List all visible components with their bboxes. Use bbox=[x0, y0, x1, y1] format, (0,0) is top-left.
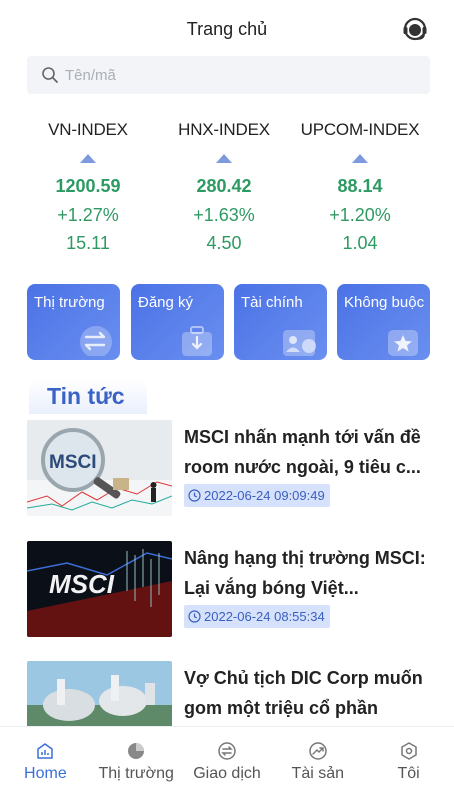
index-change: 4.50 bbox=[206, 233, 242, 253]
news-thumbnail: MSCI bbox=[27, 420, 172, 516]
tile-finance[interactable]: Tài chính bbox=[234, 284, 327, 360]
thumb-text: MSCI bbox=[49, 452, 97, 473]
up-arrow-icon bbox=[352, 154, 368, 163]
tab-label: Tài sản bbox=[291, 765, 345, 782]
index-upcom[interactable]: UPCOM-INDEX 88.14 +1.20% 1.04 bbox=[292, 120, 428, 254]
index-value: 88.14 bbox=[337, 176, 383, 196]
index-value: 1200.59 bbox=[55, 176, 121, 196]
index-vn[interactable]: VN-INDEX 1200.59 +1.27% 15.11 bbox=[20, 120, 156, 254]
tile-label: Tài chính bbox=[241, 294, 303, 311]
news-item[interactable]: MSCI MSCI nhấn mạnh tới vấn đề room nước… bbox=[27, 420, 430, 518]
news-headline: Vợ Chủ tịch DIC Corp muốn gom một triệu … bbox=[184, 668, 423, 718]
hexagon-icon bbox=[400, 742, 417, 760]
id-card-icon bbox=[283, 330, 316, 356]
tile-label: Đăng ký bbox=[138, 294, 194, 311]
tile-register[interactable]: Đăng ký bbox=[131, 284, 224, 360]
search-bar[interactable] bbox=[27, 56, 430, 94]
news-date-badge: 2022-06-24 08:55:34 bbox=[184, 605, 330, 628]
index-change: 1.04 bbox=[342, 233, 378, 253]
briefcase-icon bbox=[182, 326, 212, 356]
up-arrow-icon bbox=[80, 154, 96, 163]
news-item[interactable]: MSCI Nâng hạng thị trường MSCI: Lại vắng… bbox=[27, 541, 430, 639]
market-indices: VN-INDEX 1200.59 +1.27% 15.11 HNX-INDEX … bbox=[20, 120, 436, 254]
index-name: VN-INDEX bbox=[48, 120, 128, 139]
news-headline: MSCI nhấn mạnh tới vấn đề room nước ngoà… bbox=[184, 427, 421, 477]
index-name: HNX-INDEX bbox=[178, 120, 270, 139]
tab-label: Thị trường bbox=[98, 765, 174, 782]
page-title: Trang chủ bbox=[186, 18, 268, 39]
tab-market[interactable]: Thị trường bbox=[91, 727, 182, 793]
feature-tiles: Thị trường Đăng ký Tài chính Không buộc bbox=[27, 284, 454, 362]
header: Trang chủ bbox=[0, 0, 454, 58]
news-headline: Nâng hạng thị trường MSCI: Lại vắng bóng… bbox=[184, 548, 426, 598]
transfer-arrows-icon bbox=[80, 326, 112, 356]
index-percent: +1.20% bbox=[329, 205, 391, 225]
thumb-text: MSCI bbox=[49, 569, 115, 599]
up-arrow-icon bbox=[216, 154, 232, 163]
tab-trade[interactable]: Giao dịch bbox=[182, 727, 273, 793]
clock-icon bbox=[188, 610, 201, 623]
tab-label: Home bbox=[24, 765, 67, 782]
news-date: 2022-06-24 08:55:34 bbox=[204, 609, 325, 624]
exchange-icon bbox=[218, 742, 236, 760]
tab-me[interactable]: Tôi bbox=[363, 727, 454, 793]
index-change: 15.11 bbox=[66, 233, 110, 253]
index-value: 280.42 bbox=[196, 176, 252, 196]
search-input[interactable] bbox=[65, 66, 365, 84]
home-chart-icon bbox=[37, 743, 54, 759]
news-thumbnail: MSCI bbox=[27, 541, 172, 637]
tile-label: Không buộc bbox=[344, 294, 425, 311]
pie-chart-icon bbox=[128, 743, 145, 759]
tab-label: Tôi bbox=[397, 765, 420, 782]
tile-market[interactable]: Thị trường bbox=[27, 284, 120, 360]
headset-icon[interactable] bbox=[402, 16, 428, 42]
star-icon bbox=[388, 330, 418, 356]
news-date-badge: 2022-06-24 09:09:49 bbox=[184, 484, 330, 507]
tab-assets[interactable]: Tài sản bbox=[272, 727, 363, 793]
tab-label: Giao dịch bbox=[193, 765, 261, 782]
news-date: 2022-06-24 09:09:49 bbox=[204, 488, 325, 503]
index-hnx[interactable]: HNX-INDEX 280.42 +1.63% 4.50 bbox=[156, 120, 292, 254]
news-section-title: Tin tức bbox=[47, 383, 125, 409]
tile-label: Thị trường bbox=[34, 294, 105, 311]
index-percent: +1.27% bbox=[57, 205, 119, 225]
search-icon bbox=[42, 67, 58, 83]
clock-icon bbox=[188, 489, 201, 502]
tile-optional[interactable]: Không buộc bbox=[337, 284, 430, 360]
trend-icon bbox=[309, 742, 327, 760]
index-percent: +1.63% bbox=[193, 205, 255, 225]
index-name: UPCOM-INDEX bbox=[300, 120, 420, 139]
bottom-tab-bar: Home Thị trường Giao dịch Tài sản Tôi bbox=[0, 726, 454, 793]
news-section-header: Tin tức bbox=[29, 380, 147, 414]
tab-home[interactable]: Home bbox=[0, 727, 91, 793]
